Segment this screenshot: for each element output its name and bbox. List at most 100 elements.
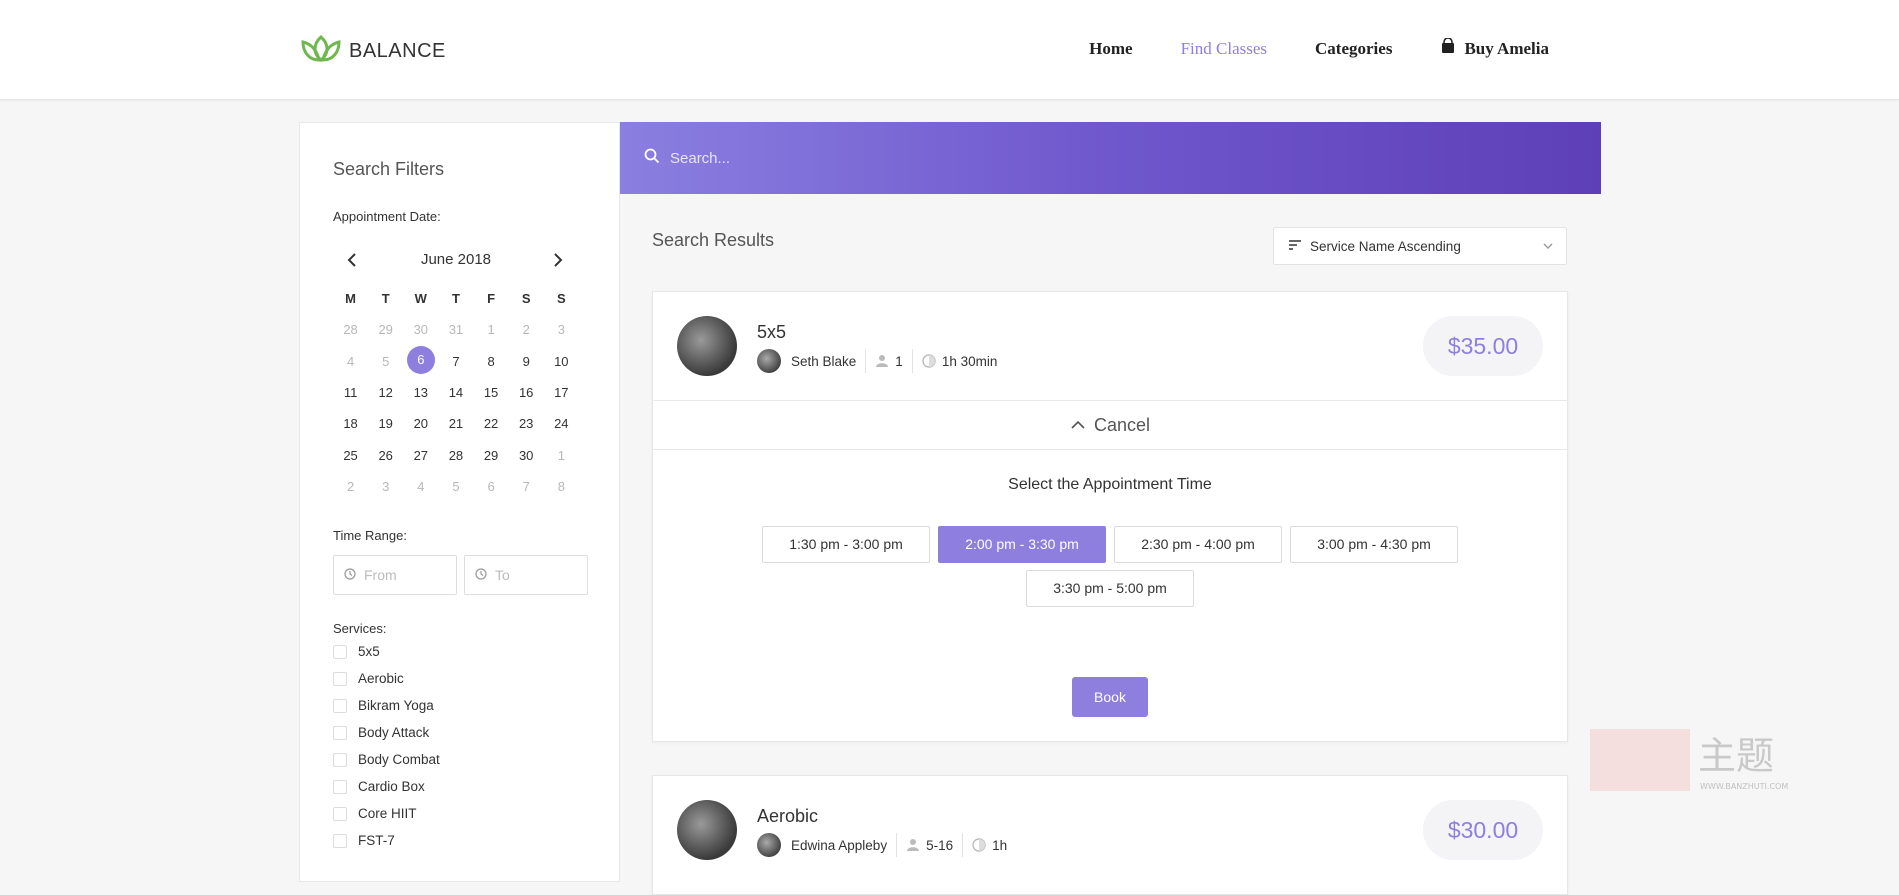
calendar-day[interactable]: 27 bbox=[403, 448, 438, 463]
clock-icon bbox=[344, 567, 356, 583]
calendar-day[interactable]: 1 bbox=[544, 448, 579, 463]
service-card-header[interactable]: Aerobic Edwina Appleby 5-16 1h $30.00 bbox=[653, 776, 1567, 884]
service-label: 5x5 bbox=[358, 644, 380, 659]
calendar-day[interactable]: 17 bbox=[544, 385, 579, 400]
search-input[interactable]: Search... bbox=[644, 142, 1344, 174]
calendar-day[interactable]: 20 bbox=[403, 416, 438, 431]
nav-categories[interactable]: Categories bbox=[1315, 39, 1392, 59]
calendar-day[interactable]: 5 bbox=[368, 354, 403, 369]
calendar-header: June 2018 bbox=[333, 249, 579, 271]
service-checkbox-item[interactable]: FST-7 bbox=[333, 827, 440, 854]
calendar-month: June 2018 bbox=[420, 251, 492, 268]
service-checkbox-item[interactable]: 5x5 bbox=[333, 638, 440, 665]
calendar-day[interactable]: 9 bbox=[509, 354, 544, 369]
time-slot[interactable]: 1:30 pm - 3:00 pm bbox=[762, 526, 930, 563]
calendar-day[interactable]: 29 bbox=[474, 448, 509, 463]
calendar-day[interactable]: 25 bbox=[333, 448, 368, 463]
calendar-day[interactable]: 29 bbox=[368, 322, 403, 337]
calendar-day[interactable]: 18 bbox=[333, 416, 368, 431]
calendar-day[interactable]: 30 bbox=[403, 322, 438, 337]
calendar-day[interactable]: 8 bbox=[544, 479, 579, 494]
calendar-day[interactable]: 1 bbox=[474, 322, 509, 337]
calendar-day[interactable]: 24 bbox=[544, 416, 579, 431]
time-to-input[interactable]: To bbox=[464, 555, 588, 595]
appointment-time-title: Select the Appointment Time bbox=[1008, 476, 1212, 493]
calendar-day[interactable]: 11 bbox=[333, 385, 368, 400]
calendar-day[interactable]: 3 bbox=[368, 479, 403, 494]
calendar-day[interactable]: 7 bbox=[509, 479, 544, 494]
calendar-day-selected[interactable]: 6 bbox=[403, 346, 438, 375]
service-checkbox-item[interactable]: Cardio Box bbox=[333, 773, 440, 800]
checkbox[interactable] bbox=[333, 806, 347, 821]
service-avatar bbox=[677, 800, 737, 860]
calendar-day[interactable]: 2 bbox=[509, 322, 544, 337]
calendar-day[interactable]: 2 bbox=[333, 479, 368, 494]
time-slot[interactable]: 3:00 pm - 4:30 pm bbox=[1290, 526, 1458, 563]
calendar-day[interactable]: 4 bbox=[333, 354, 368, 369]
service-price: $35.00 bbox=[1423, 316, 1543, 376]
checkbox[interactable] bbox=[333, 698, 347, 713]
service-checkbox-item[interactable]: Aerobic bbox=[333, 665, 440, 692]
service-card-header[interactable]: 5x5 Seth Blake 1 1h 30min $35.00 bbox=[653, 292, 1567, 400]
brand-logo[interactable]: BALANCE bbox=[299, 34, 446, 69]
time-from-placeholder: From bbox=[364, 567, 397, 583]
weekday: M bbox=[345, 291, 356, 307]
calendar-day[interactable]: 22 bbox=[474, 416, 509, 431]
calendar-day[interactable]: 30 bbox=[509, 448, 544, 463]
checkbox[interactable] bbox=[333, 725, 347, 740]
service-checkbox-item[interactable]: Body Attack bbox=[333, 719, 440, 746]
service-checkbox-item[interactable]: Core HIIT bbox=[333, 800, 440, 827]
calendar-day[interactable]: 15 bbox=[474, 385, 509, 400]
employee-name: Edwina Appleby bbox=[791, 837, 888, 853]
service-checkbox-item[interactable]: Body Combat bbox=[333, 746, 440, 773]
calendar-day[interactable]: 7 bbox=[438, 354, 473, 369]
nav-buy-amelia[interactable]: Buy Amelia bbox=[1440, 37, 1549, 59]
checkbox[interactable] bbox=[333, 833, 347, 848]
calendar-day[interactable]: 19 bbox=[368, 416, 403, 431]
weekday: S bbox=[521, 291, 531, 307]
calendar-day[interactable]: 21 bbox=[438, 416, 473, 431]
calendar-day[interactable]: 13 bbox=[403, 385, 438, 400]
watermark-text: 主题 bbox=[1698, 734, 1774, 778]
calendar-day[interactable]: 10 bbox=[544, 354, 579, 369]
nav-find-classes[interactable]: Find Classes bbox=[1181, 39, 1267, 59]
cancel-toggle[interactable]: Cancel bbox=[653, 400, 1567, 450]
time-from-input[interactable]: From bbox=[333, 555, 457, 595]
calendar-day[interactable]: 12 bbox=[368, 385, 403, 400]
calendar-day[interactable]: 14 bbox=[438, 385, 473, 400]
service-card: 5x5 Seth Blake 1 1h 30min $35.00 Cancel … bbox=[652, 291, 1568, 742]
time-range-label: Time Range: bbox=[333, 528, 407, 543]
calendar-day[interactable]: 4 bbox=[403, 479, 438, 494]
calendar-day[interactable]: 3 bbox=[544, 322, 579, 337]
filters-title: Search Filters bbox=[333, 159, 445, 179]
user-icon bbox=[875, 354, 889, 368]
service-name: Aerobic bbox=[757, 806, 819, 826]
employee-avatar bbox=[757, 833, 781, 857]
checkbox[interactable] bbox=[333, 779, 347, 794]
time-slot[interactable]: 2:30 pm - 4:00 pm bbox=[1114, 526, 1282, 563]
brand-name: BALANCE bbox=[349, 40, 446, 62]
sort-select[interactable]: Service Name Ascending bbox=[1273, 227, 1567, 265]
service-checkbox-item[interactable]: Bikram Yoga bbox=[333, 692, 440, 719]
weekday: T bbox=[381, 291, 390, 307]
calendar-day[interactable]: 26 bbox=[368, 448, 403, 463]
calendar-day[interactable]: 31 bbox=[438, 322, 473, 337]
book-button[interactable]: Book bbox=[1072, 677, 1148, 717]
calendar-week: 4 5 6 7 8 9 10 bbox=[333, 346, 579, 377]
calendar-day[interactable]: 23 bbox=[509, 416, 544, 431]
calendar-day[interactable]: 8 bbox=[474, 354, 509, 369]
calendar-day[interactable]: 28 bbox=[333, 322, 368, 337]
calendar-day[interactable]: 28 bbox=[438, 448, 473, 463]
checkbox[interactable] bbox=[333, 671, 347, 686]
calendar-day[interactable]: 6 bbox=[474, 479, 509, 494]
employee-avatar bbox=[757, 349, 781, 373]
checkbox[interactable] bbox=[333, 644, 347, 659]
calendar-day[interactable]: 16 bbox=[509, 385, 544, 400]
time-slot-selected[interactable]: 2:00 pm - 3:30 pm bbox=[938, 526, 1106, 563]
chevron-right-icon[interactable] bbox=[551, 249, 569, 271]
calendar-day[interactable]: 5 bbox=[438, 479, 473, 494]
time-slot[interactable]: 3:30 pm - 5:00 pm bbox=[1026, 570, 1194, 607]
checkbox[interactable] bbox=[333, 752, 347, 767]
nav-home[interactable]: Home bbox=[1089, 39, 1132, 59]
search-placeholder: Search... bbox=[670, 149, 731, 167]
